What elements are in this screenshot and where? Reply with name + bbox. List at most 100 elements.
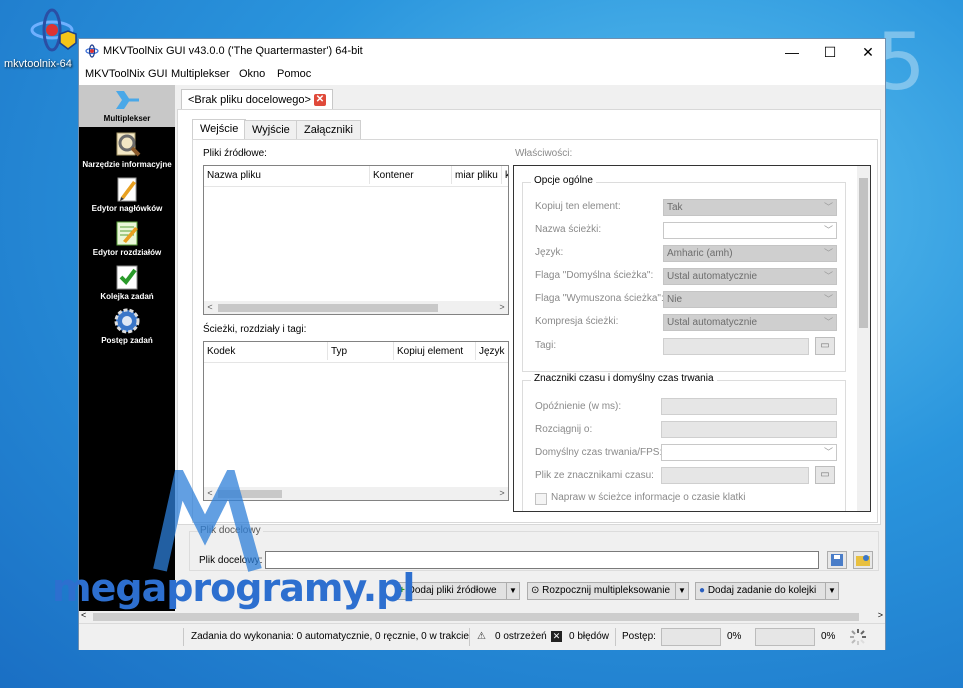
forced-track-label: Flaga "Wymuszona ścieżka": [535, 293, 664, 304]
column-extra[interactable]: k [502, 166, 508, 184]
forced-track-value: Nie [667, 294, 683, 305]
folder-star-icon [856, 555, 870, 566]
source-files-scrollbar[interactable]: < > [204, 301, 508, 314]
start-multiplexing-label: Rozpocznij multipleksowanie [542, 585, 671, 596]
language-select[interactable]: Amharic (amh) ﹀ [663, 245, 837, 262]
menu-multiplexer[interactable]: Multiplekser [171, 68, 230, 80]
timing-group-title: Znaczniki czasu i domyślny czas trwania [531, 373, 717, 384]
default-track-select[interactable]: Ustal automatycznie ﹀ [663, 268, 837, 285]
add-to-queue-button[interactable]: ● Dodaj zadanie do kolejki ▼ [695, 582, 839, 600]
errors-count[interactable]: 0 błędów [569, 631, 609, 642]
close-button[interactable]: ✕ [849, 39, 887, 65]
title-bar[interactable]: MKVToolNix GUI v43.0.0 ('The Quartermast… [79, 39, 885, 65]
watermark-text: megaprogramy.pl [52, 566, 415, 610]
column-codec[interactable]: Kodek [204, 342, 328, 360]
start-multiplexing-button[interactable]: ⊙ Rozpocznij multipleksowanie ▼ [527, 582, 689, 600]
minimize-button[interactable]: — [773, 39, 811, 65]
warning-icon: ⚠ [477, 631, 486, 642]
menu-window[interactable]: Okno [239, 68, 265, 80]
jobs-status: Zadania do wykonania: 0 automatycznie, 0… [191, 631, 469, 642]
scroll-left-icon[interactable]: < [81, 610, 86, 620]
scroll-thumb[interactable] [93, 613, 859, 621]
sidebar-item-label: Postęp zadań [101, 336, 153, 345]
column-container[interactable]: Kontener [370, 166, 452, 184]
folder-icon: ▭ [820, 340, 830, 351]
column-type[interactable]: Typ [328, 342, 394, 360]
column-copy-item[interactable]: Kopiuj element [394, 342, 476, 360]
compression-label: Kompresja ścieżki: [535, 316, 619, 327]
scroll-thumb[interactable] [218, 304, 438, 312]
job-queue-icon [116, 265, 138, 290]
source-files-list[interactable]: Nazwa pliku Kontener miar pliku k < > [203, 165, 509, 315]
track-name-input[interactable]: ﹀ [663, 222, 837, 239]
tab-attachments[interactable]: Załączniki [296, 120, 361, 141]
browse-timestamps-button[interactable]: ▭ [815, 466, 835, 484]
tab-output[interactable]: Wyjście [244, 120, 298, 141]
source-files-header: Nazwa pliku Kontener miar pliku k [204, 166, 508, 187]
scroll-thumb[interactable] [859, 178, 868, 328]
column-language[interactable]: Język [476, 342, 508, 360]
timestamps-file-input[interactable] [661, 467, 809, 484]
copy-item-label: Kopiuj ten element: [535, 201, 621, 212]
progress-bar-current [661, 628, 721, 646]
queue-icon: ● [699, 585, 706, 596]
compression-select[interactable]: Ustal automatycznie ﹀ [663, 314, 837, 331]
column-file-size[interactable]: miar pliku [452, 166, 502, 184]
column-filename[interactable]: Nazwa pliku [204, 166, 370, 184]
recent-output-button[interactable] [853, 551, 873, 569]
separator [469, 628, 470, 646]
default-track-value: Ustal automatycznie [667, 271, 758, 282]
progress-label: Postęp: [622, 631, 656, 642]
chapter-editor-icon [116, 221, 138, 246]
delay-input[interactable] [661, 398, 837, 415]
scroll-right-icon[interactable]: > [496, 487, 508, 500]
window-hscrollbar[interactable]: < > [79, 610, 885, 623]
progress-total-value: 0% [821, 631, 836, 642]
track-name-label: Nazwa ścieżki: [535, 224, 602, 235]
menu-help[interactable]: Pomoc [277, 68, 311, 80]
sidebar-item-chapter-editor[interactable]: Edytor rozdziałów [79, 219, 175, 259]
maximize-button[interactable]: ☐ [811, 39, 849, 65]
save-output-button[interactable] [827, 551, 847, 569]
mkvtoolnix-logo-icon [30, 8, 77, 52]
properties-panel: Opcje ogólne Kopiuj ten element: Tak ﹀ Na… [513, 165, 871, 512]
stretch-input[interactable] [661, 421, 837, 438]
scroll-right-icon[interactable]: > [878, 610, 883, 620]
sidebar-item-job-queue[interactable]: Kolejka zadań [79, 263, 175, 303]
sidebar-item-info-tool[interactable]: Narzędzie informacyjne [79, 131, 175, 171]
chevron-down-icon[interactable]: ▼ [675, 583, 688, 599]
multiplexer-content: <Brak pliku docelowego> ✕ Wejście Wyjście… [175, 85, 885, 623]
default-duration-label: Domyślny czas trwania/FPS: [535, 447, 663, 458]
progress-current-value: 0% [727, 631, 742, 642]
tab-output-file[interactable]: <Brak pliku docelowego> ✕ [181, 89, 333, 110]
tab-input[interactable]: Wejście [192, 119, 247, 141]
sidebar-item-header-editor[interactable]: Edytor nagłówków [79, 175, 175, 215]
status-bar: Zadania do wykonania: 0 automatycznie, 0… [79, 623, 885, 650]
chevron-down-icon: ﹀ [823, 294, 833, 304]
chevron-down-icon: ﹀ [823, 248, 833, 258]
fix-bitstream-checkbox[interactable] [535, 493, 547, 505]
copy-item-select[interactable]: Tak ﹀ [663, 199, 837, 216]
close-tab-icon[interactable]: ✕ [313, 94, 326, 107]
menu-bar: MKVToolNix GUI Multiplekser Okno Pomoc [79, 65, 885, 85]
browse-tags-button[interactable]: ▭ [815, 337, 835, 355]
scroll-left-icon[interactable]: < [204, 301, 216, 314]
tab-page: Wejście Wyjście Załączniki Pliki źródłow… [177, 109, 881, 525]
sidebar-item-multiplexer[interactable]: Multiplekser [79, 85, 175, 127]
general-options-group: Opcje ogólne Kopiuj ten element: Tak ﹀ Na… [522, 175, 846, 372]
chevron-down-icon[interactable]: ▼ [506, 583, 519, 599]
forced-track-select[interactable]: Nie ﹀ [663, 291, 837, 308]
default-duration-select[interactable]: ﹀ [661, 444, 837, 461]
fix-bitstream-label: Napraw w ścieżce informacje o czasie kla… [551, 492, 746, 503]
info-tool-icon [116, 132, 141, 157]
menu-mkvtoolnix[interactable]: MKVToolNix GUI [85, 68, 168, 80]
properties-scrollbar[interactable] [857, 166, 870, 511]
folder-icon: ▭ [820, 469, 830, 480]
tags-input[interactable] [663, 338, 809, 355]
delay-label: Opóźnienie (w ms): [535, 401, 622, 412]
mkvtoolnix-desktop-icon[interactable] [30, 8, 82, 54]
warnings-count[interactable]: 0 ostrzeżeń [495, 631, 547, 642]
chevron-down-icon[interactable]: ▼ [825, 583, 838, 599]
sidebar-item-job-progress[interactable]: Postęp zadań [79, 307, 175, 347]
scroll-right-icon[interactable]: > [496, 301, 508, 314]
